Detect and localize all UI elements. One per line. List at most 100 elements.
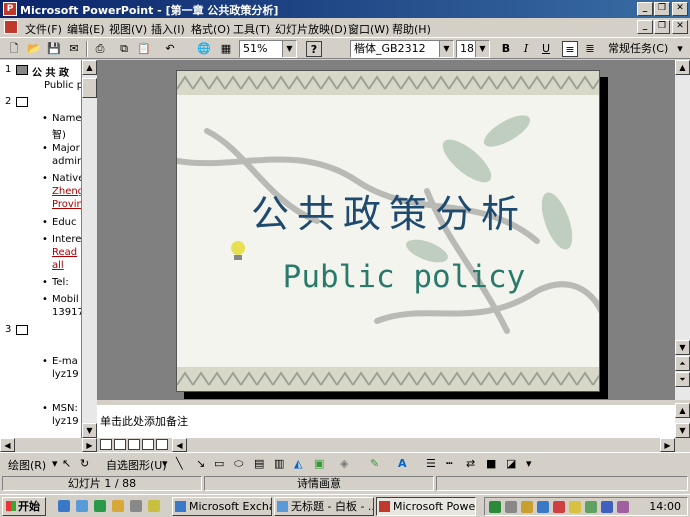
tray-app-icon[interactable]: [601, 501, 613, 513]
outlook-icon[interactable]: [76, 500, 88, 512]
font-select[interactable]: 楷体_GB2312 ▼: [350, 40, 454, 58]
slide-view-icon[interactable]: [128, 439, 140, 450]
slide-canvas[interactable]: 公共政策分析 Public policy: [176, 70, 600, 392]
slide-icon[interactable]: [16, 97, 28, 107]
slide-title[interactable]: 公共政策分析: [177, 183, 599, 238]
outline-view-icon[interactable]: [114, 439, 126, 450]
volume-icon[interactable]: [505, 501, 517, 513]
quicklaunch-icon[interactable]: [130, 500, 142, 512]
network-icon[interactable]: [489, 501, 501, 513]
list-item[interactable]: Mobil: [52, 294, 79, 305]
italic-button[interactable]: I: [518, 41, 534, 57]
autoshapes-button[interactable]: 自选图形(U): [106, 457, 167, 473]
list-item-link[interactable]: Read: [52, 247, 77, 258]
menu-file[interactable]: 文件(F): [25, 21, 62, 37]
dash-style-icon[interactable]: ┅: [446, 457, 453, 470]
fill-color-icon[interactable]: ◈: [340, 457, 348, 470]
doc-minimize-icon[interactable]: _: [637, 20, 653, 34]
task-whiteboard[interactable]: 无标题 - 白板 - ...: [274, 497, 374, 516]
list-item[interactable]: MSN:: [52, 403, 78, 414]
powerpoint-app-icon[interactable]: P: [3, 2, 17, 16]
shadow-icon[interactable]: ■: [486, 457, 496, 470]
scroll-up-icon[interactable]: ▲: [675, 403, 690, 418]
slide-subtitle[interactable]: Public policy: [207, 259, 599, 295]
list-item[interactable]: admin: [52, 156, 81, 167]
email-icon[interactable]: ✉: [66, 41, 82, 57]
list-item[interactable]: 13917: [52, 307, 81, 318]
explorer-icon[interactable]: [112, 500, 124, 512]
oval-icon[interactable]: ⬭: [234, 457, 243, 471]
draw-menu-button[interactable]: 绘图(R): [8, 457, 46, 473]
menu-edit[interactable]: 编辑(E): [67, 21, 105, 37]
tray-app-icon[interactable]: [585, 501, 597, 513]
outline-scrollbar[interactable]: ▲ ▼: [82, 60, 97, 438]
menu-insert[interactable]: 插入(I): [151, 21, 185, 37]
3d-style-icon[interactable]: ◪: [506, 457, 516, 470]
list-item-link[interactable]: Zheng: [52, 186, 81, 197]
notes-placeholder[interactable]: 单击此处添加备注: [100, 413, 188, 429]
list-item[interactable]: lyz19: [52, 416, 79, 427]
list-item[interactable]: E-ma: [52, 356, 78, 367]
list-item[interactable]: lyz19: [52, 369, 79, 380]
scroll-left-icon[interactable]: ◀: [0, 438, 15, 452]
next-slide-icon[interactable]: ⏷: [675, 372, 690, 387]
restore-icon[interactable]: ❐: [654, 2, 670, 16]
menu-window[interactable]: 窗口(W): [348, 21, 389, 37]
line-style-icon[interactable]: ☰: [426, 457, 436, 470]
scroll-down-icon[interactable]: ▼: [675, 340, 690, 355]
undo-icon[interactable]: ↶: [162, 41, 178, 57]
slideshow-icon[interactable]: [156, 439, 168, 450]
scroll-up-icon[interactable]: ▲: [675, 60, 690, 75]
clipart-icon[interactable]: ▣: [314, 457, 324, 470]
align-left-icon[interactable]: ≡: [562, 41, 578, 57]
slide-icon[interactable]: [16, 65, 28, 75]
arrow-icon[interactable]: ↘: [196, 457, 205, 470]
menu-format[interactable]: 格式(O): [191, 21, 230, 37]
task-powerpoint[interactable]: Microsoft Power...: [376, 497, 476, 516]
close-icon[interactable]: ✕: [672, 2, 688, 16]
copy-icon[interactable]: ⧉: [116, 41, 132, 57]
zoom-select[interactable]: 51% ▼: [239, 40, 297, 58]
line-color-icon[interactable]: ✎: [370, 457, 379, 470]
rectangle-icon[interactable]: ▭: [214, 457, 224, 470]
textbox-icon[interactable]: ▤: [254, 457, 264, 470]
ie-icon[interactable]: [58, 500, 70, 512]
list-item[interactable]: Native: [52, 173, 81, 184]
tray-app-icon[interactable]: [553, 501, 565, 513]
list-item[interactable]: Tel:: [52, 277, 69, 288]
start-button[interactable]: 开始: [2, 497, 46, 516]
underline-button[interactable]: U: [538, 41, 554, 57]
quicklaunch-icon[interactable]: [148, 500, 160, 512]
scroll-down-icon[interactable]: ▼: [82, 423, 97, 438]
arrow-style-icon[interactable]: ⇄: [466, 457, 475, 470]
outline-slide-subtitle[interactable]: Public p: [44, 80, 81, 91]
menu-help[interactable]: 帮助(H): [392, 21, 431, 37]
align-center-icon[interactable]: ≣: [582, 41, 598, 57]
outline-pane[interactable]: 1 公 共 政 Public p 2 • Name 智) • Major adm…: [0, 60, 82, 438]
doc-restore-icon[interactable]: ❐: [654, 20, 670, 34]
doc-close-icon[interactable]: ✕: [672, 20, 688, 34]
menu-slideshow[interactable]: 幻灯片放映(D): [275, 21, 347, 37]
hyperlink-icon[interactable]: 🌐: [196, 41, 212, 57]
list-item[interactable]: Intere: [52, 234, 81, 245]
list-item[interactable]: 智): [52, 126, 66, 141]
outline-slide-title[interactable]: 公 共 政: [32, 64, 69, 79]
scroll-left-icon[interactable]: ◀: [172, 438, 187, 452]
normal-view-icon[interactable]: [100, 439, 112, 450]
minimize-icon[interactable]: _: [637, 2, 653, 16]
diagram-icon[interactable]: ◭: [294, 457, 302, 470]
slide-scrollbar[interactable]: ▲ ▼ ⏶ ⏷: [675, 60, 690, 400]
dropdown-arrow-icon[interactable]: ▾: [162, 457, 168, 470]
menu-view[interactable]: 视图(V): [109, 21, 147, 37]
list-item[interactable]: Name: [52, 113, 81, 124]
tray-app-icon[interactable]: [537, 501, 549, 513]
menu-tools[interactable]: 工具(T): [233, 21, 270, 37]
table-icon[interactable]: ▦: [218, 41, 234, 57]
dropdown-arrow-icon[interactable]: ▾: [52, 457, 58, 470]
scroll-right-icon[interactable]: ▶: [82, 438, 97, 452]
tray-app-icon[interactable]: [521, 501, 533, 513]
save-icon[interactable]: 💾: [46, 41, 62, 57]
tray-app-icon[interactable]: [617, 501, 629, 513]
scroll-right-icon[interactable]: ▶: [660, 438, 675, 452]
font-size-select[interactable]: 18 ▼: [456, 40, 490, 58]
